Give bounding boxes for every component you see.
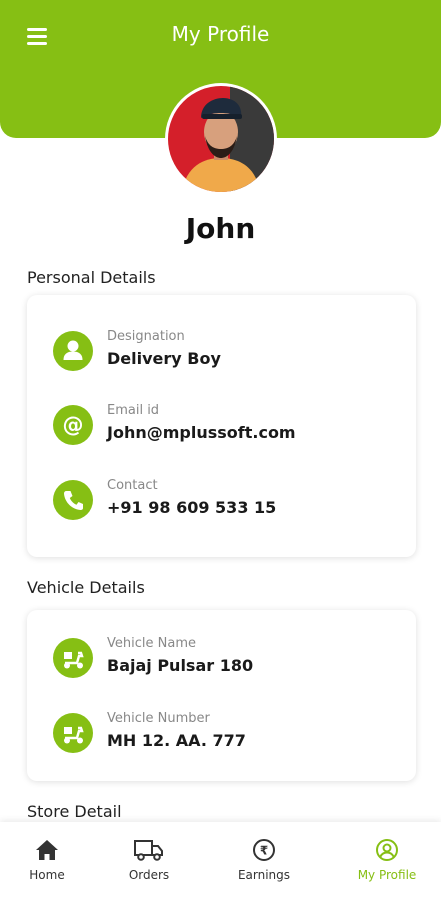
vehicle-details-heading: Vehicle Details — [27, 578, 145, 597]
rupee-icon: ₹ — [253, 839, 275, 861]
vehicle-name-value: Bajaj Pulsar 180 — [107, 656, 254, 675]
nav-orders-label: Orders — [128, 868, 170, 882]
vehicle-number-label: Vehicle Number — [107, 711, 210, 726]
nav-earnings[interactable]: ₹ Earnings — [219, 838, 309, 882]
nav-earnings-label: Earnings — [237, 868, 291, 882]
personal-details-card: Designation Delivery Boy @ Email id John… — [27, 295, 416, 557]
designation-label: Designation — [107, 329, 185, 344]
person-icon — [53, 331, 93, 371]
bottom-nav: Home Orders ₹ Earnings My Profile — [0, 822, 441, 900]
vehicle-name-label: Vehicle Name — [107, 636, 196, 651]
truck-icon — [134, 840, 163, 861]
vehicle-number-value: MH 12. AA. 777 — [107, 731, 246, 750]
profile-name: John — [185, 212, 256, 245]
nav-orders[interactable]: Orders — [104, 838, 194, 882]
contact-label: Contact — [107, 478, 158, 493]
avatar — [165, 83, 277, 195]
phone-icon — [53, 480, 93, 520]
nav-home[interactable]: Home — [2, 838, 92, 882]
user-circle-icon — [376, 839, 398, 861]
home-icon — [36, 840, 58, 860]
personal-details-heading: Personal Details — [27, 268, 156, 287]
scooter-icon — [53, 713, 93, 753]
designation-value: Delivery Boy — [107, 349, 221, 368]
store-detail-heading: Store Detail — [27, 802, 122, 821]
at-sign-icon: @ — [53, 405, 93, 445]
page-title: My Profile — [171, 22, 270, 46]
svg-text:₹: ₹ — [260, 844, 268, 858]
nav-my-profile-label: My Profile — [357, 868, 417, 882]
scooter-icon — [53, 638, 93, 678]
nav-home-label: Home — [29, 868, 65, 882]
vehicle-details-card: Vehicle Name Bajaj Pulsar 180 Vehicle Nu… — [27, 610, 416, 781]
svg-text:@: @ — [63, 413, 84, 437]
contact-value[interactable]: +91 98 609 533 15 — [107, 498, 276, 517]
nav-my-profile[interactable]: My Profile — [342, 838, 432, 882]
email-value[interactable]: John@mplussoft.com — [107, 423, 296, 442]
email-label: Email id — [107, 403, 160, 418]
